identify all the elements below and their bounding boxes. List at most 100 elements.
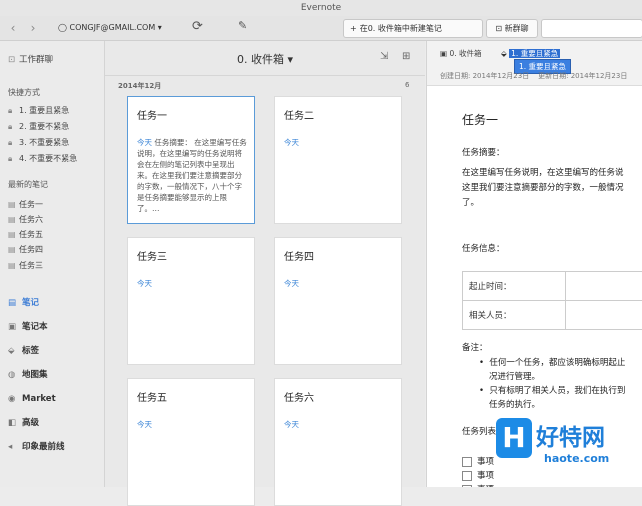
new-note-button[interactable]: +在0. 收件箱中新建笔记 <box>343 19 483 38</box>
note-editor-header: ▣ 0. 收件箱 ⬙ 1. 重要且紧急 1. 重要且紧急 创建日期: 2014年… <box>427 41 642 86</box>
shortcut-item[interactable]: 🔒︎3. 不重要紧急 <box>8 137 69 149</box>
note-list-header: 0. 收件箱 ▾ ⇲ ⊞ <box>105 41 425 76</box>
table-cell[interactable]: 相关人员： <box>463 301 566 330</box>
note-card-body: 今天 <box>284 278 394 289</box>
sidebar-item-discover[interactable]: ◂印象最前线 <box>8 440 65 454</box>
info-table: 起止时间： 相关人员： <box>462 271 642 330</box>
chat-icon: ⊡ <box>8 54 19 66</box>
sidebar-item-market[interactable]: ◉Market <box>8 392 56 406</box>
summary-text: 这里我们要注意摘要部分的字数，一般情况 <box>462 182 624 195</box>
activity-icon[interactable]: ✎ <box>238 19 247 32</box>
megaphone-icon: ◂ <box>8 440 22 454</box>
plus-icon: + <box>344 24 360 33</box>
sidebar-item-notes[interactable]: ▤笔记 <box>8 296 39 310</box>
new-chat-button[interactable]: ⊡ 新群聊 <box>486 19 538 38</box>
notes-icon: ▤ <box>8 296 22 310</box>
note-card-body: 今天 <box>284 419 394 430</box>
note-card-title: 任务二 <box>284 107 314 122</box>
list-item-cont: 况进行管理。 <box>489 371 540 384</box>
recent-note[interactable]: ▤任务三 <box>8 260 43 272</box>
user-icon: ◯ <box>58 23 70 32</box>
share-icon[interactable]: ⇲ <box>380 51 388 62</box>
summary-text: 在这里编写任务说明，在这里编写的任务说 <box>462 167 624 180</box>
notebook-icon: ▣ <box>8 320 22 334</box>
shortcuts-heading: 快捷方式 <box>8 87 40 98</box>
note-icon: ▤ <box>8 260 19 272</box>
sidebar-item-atlas[interactable]: ◍地图集 <box>8 368 48 382</box>
new-note-label: 在0. 收件箱中新建笔记 <box>360 24 442 33</box>
group-count: 6 <box>405 81 409 89</box>
recent-note[interactable]: ▤任务六 <box>8 214 43 226</box>
shortcut-item[interactable]: 🔒︎4. 不重要不紧急 <box>8 153 77 165</box>
search-input[interactable] <box>541 19 642 38</box>
note-card-title: 任务四 <box>284 248 314 263</box>
note-icon: ▤ <box>8 244 19 256</box>
sync-icon[interactable]: ⟳ <box>192 19 203 34</box>
chat-icon: ⊡ <box>495 24 504 33</box>
notebook-selector[interactable]: 0. 收件箱 ▾ <box>105 51 425 67</box>
recent-note[interactable]: ▤任务一 <box>8 199 43 211</box>
tag-icon: ⬙ <box>501 49 509 58</box>
table-row: 相关人员： <box>463 301 642 330</box>
note-card[interactable]: 任务三 今天 <box>127 237 255 365</box>
updated-date: 更新日期: 2014年12月23日 <box>538 72 627 80</box>
window-title: Evernote <box>0 0 642 16</box>
premium-icon: ◧ <box>8 416 22 430</box>
shortcut-item[interactable]: 🔒︎2. 重要不紧急 <box>8 121 69 133</box>
note-icon: ▤ <box>8 214 19 226</box>
info-label: 任务信息： <box>462 243 505 256</box>
note-card-body: 今天 任务摘要： 在这里编写任务说明，在这里编写的任务说明将会在左侧的笔记列表中… <box>137 137 247 214</box>
new-chat-label: 新群聊 <box>505 24 529 33</box>
note-card-title: 任务三 <box>137 248 167 263</box>
sidebar-work-chat[interactable]: ⊡工作群聊 <box>8 54 53 66</box>
summary-label: 任务摘要： <box>462 147 505 160</box>
note-card-body: 今天 <box>284 137 394 148</box>
table-cell[interactable]: 起止时间： <box>463 272 566 301</box>
note-icon: ▤ <box>8 199 19 211</box>
note-card-date: 今天 <box>284 420 299 429</box>
note-card-date: 今天 <box>137 279 152 288</box>
table-cell[interactable] <box>566 301 642 330</box>
recent-note[interactable]: ▤任务五 <box>8 229 43 241</box>
sidebar-item-notebooks[interactable]: ▣笔记本 <box>8 320 48 334</box>
sidebar-item-premium[interactable]: ◧高级 <box>8 416 39 430</box>
sidebar-item-tags[interactable]: ⬙标签 <box>8 344 39 358</box>
table-row: 起止时间： <box>463 272 642 301</box>
note-dates: 创建日期: 2014年12月23日 更新日期: 2014年12月23日 <box>440 71 627 81</box>
table-cell[interactable] <box>566 272 642 301</box>
note-card[interactable]: 任务一 今天 任务摘要： 在这里编写任务说明，在这里编写的任务说明将会在左侧的笔… <box>127 96 255 224</box>
note-card[interactable]: 任务四 今天 <box>274 237 402 365</box>
note-card-title: 任务六 <box>284 389 314 404</box>
checklist-item[interactable]: 事项 <box>462 455 494 467</box>
watermark-text: 好特网 <box>536 418 605 452</box>
shortcut-item[interactable]: 🔒︎1. 重要且紧急 <box>8 105 69 117</box>
note-title[interactable]: 任务一 <box>462 111 498 128</box>
note-card-date: 今天 <box>137 420 152 429</box>
checklist-item[interactable]: 事项 <box>462 483 494 487</box>
view-options-icon[interactable]: ⊞ <box>402 51 410 62</box>
note-list: 0. 收件箱 ▾ ⇲ ⊞ 2014年12月 6 任务一 今天 任务摘要： 在这里… <box>105 41 425 487</box>
notes-label: 备注： <box>462 342 488 355</box>
lock-icon: 🔒︎ <box>8 121 19 133</box>
account-menu[interactable]: ◯ CONGJF@GMAIL.COM ▾ <box>58 21 162 35</box>
lock-icon: 🔒︎ <box>8 105 19 117</box>
note-card[interactable]: 任务二 今天 <box>274 96 402 224</box>
forward-arrow-icon[interactable]: › <box>26 20 40 36</box>
group-date: 2014年12月 <box>118 81 161 91</box>
checkbox[interactable] <box>462 457 472 467</box>
note-card-body: 今天 <box>137 419 247 430</box>
note-card-date: 今天 <box>284 279 299 288</box>
watermark-logo: H <box>496 418 532 458</box>
watermark: H 好特网 haote.com <box>496 412 642 487</box>
lock-icon: 🔒︎ <box>8 137 19 149</box>
recent-note[interactable]: ▤任务四 <box>8 244 43 256</box>
notebook-chooser[interactable]: ▣ 0. 收件箱 <box>440 48 482 59</box>
sidebar: ⊡工作群聊 快捷方式 🔒︎1. 重要且紧急 🔒︎2. 重要不紧急 🔒︎3. 不重… <box>0 41 105 487</box>
summary-text: 了。 <box>462 197 479 210</box>
checkbox[interactable] <box>462 471 472 481</box>
market-icon: ◉ <box>8 392 22 406</box>
checklist-item[interactable]: 事项 <box>462 469 494 481</box>
tag-field[interactable]: ⬙ 1. 重要且紧急 <box>501 48 560 59</box>
back-arrow-icon[interactable]: ‹ <box>6 20 20 36</box>
recent-heading: 最新的笔记 <box>8 179 48 190</box>
